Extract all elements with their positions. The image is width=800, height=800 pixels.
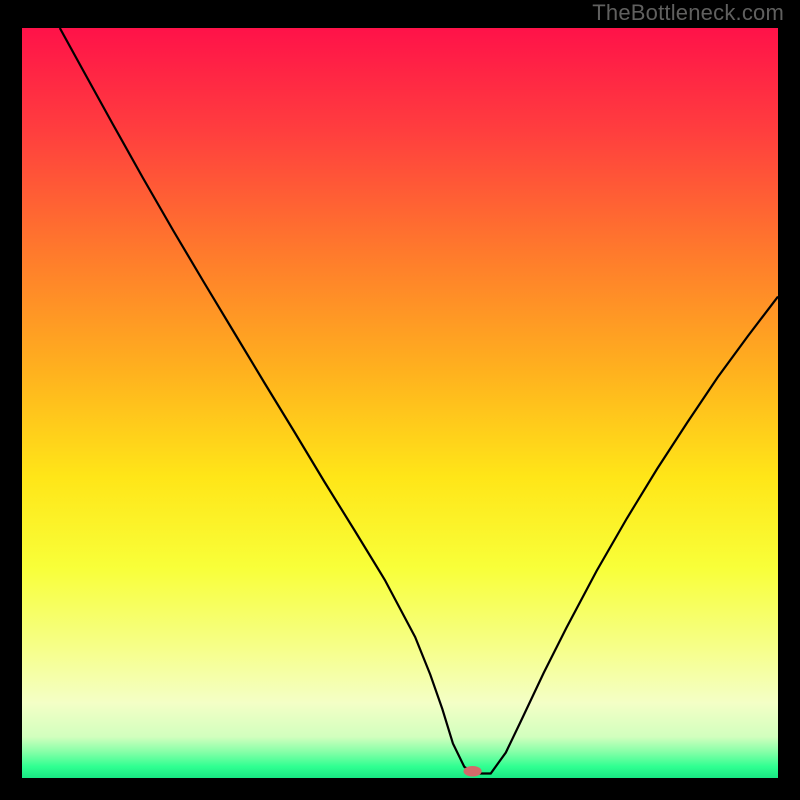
chart-figure: TheBottleneck.com — [0, 0, 800, 800]
gradient-background — [22, 28, 778, 778]
optimal-marker — [464, 766, 482, 777]
chart-svg — [22, 28, 778, 778]
watermark-label: TheBottleneck.com — [592, 0, 784, 26]
plot-area — [22, 28, 778, 778]
